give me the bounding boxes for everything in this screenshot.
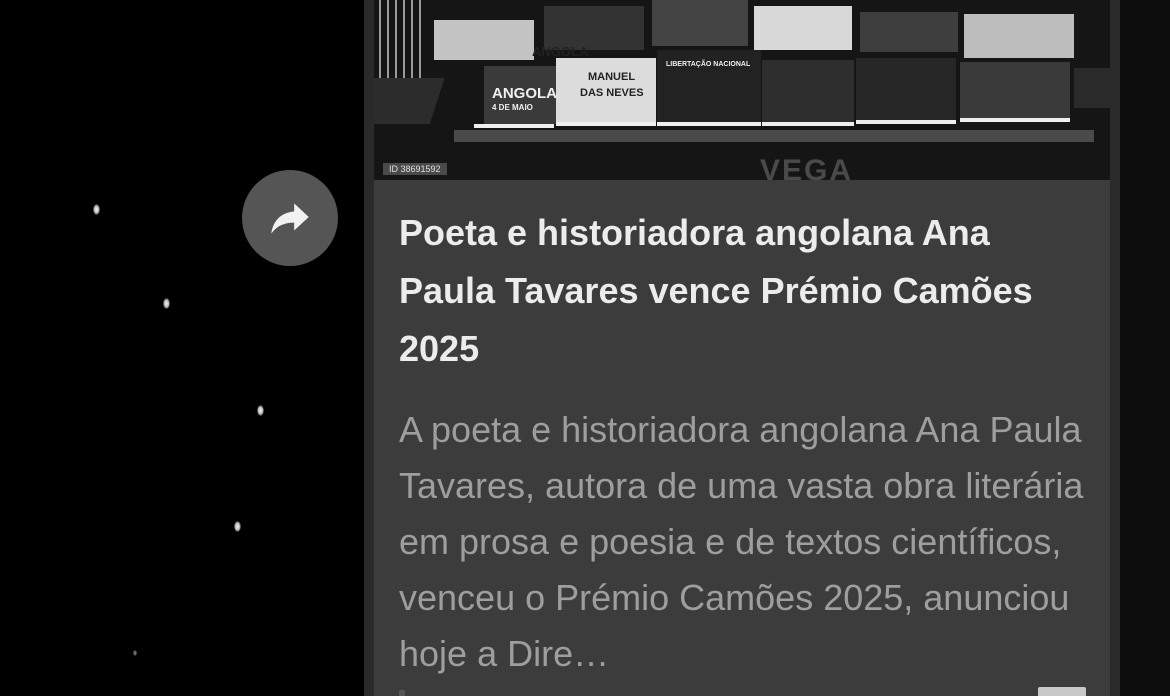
- image-id-label: ID 38691592: [383, 163, 447, 175]
- background-light-dot: [163, 298, 170, 309]
- svg-text:DAS NEVES: DAS NEVES: [580, 87, 644, 99]
- article-thumbnail[interactable]: ANGOLA MANUEL DAS NEVES LIBERTAÇÃO NACIO…: [374, 0, 1110, 180]
- background-light-dot: [133, 650, 137, 656]
- svg-text:MANUEL: MANUEL: [588, 71, 635, 83]
- screen-edge: [1120, 0, 1170, 696]
- svg-text:LIBERTAÇÃO NACIONAL: LIBERTAÇÃO NACIONAL: [666, 59, 751, 68]
- article-title[interactable]: Poeta e historiadora angolana Ana Paula …: [399, 204, 1089, 378]
- background-light-dot: [234, 521, 241, 532]
- bookstall-photo: ANGOLA MANUEL DAS NEVES LIBERTAÇÃO NACIO…: [374, 0, 1110, 180]
- svg-text:ANGOLA: ANGOLA: [532, 44, 589, 59]
- article-description: A poeta e historiadora angolana Ana Paul…: [399, 409, 1084, 674]
- svg-text:ANGOLA: ANGOLA: [492, 85, 557, 102]
- svg-text:4 DE MAIO: 4 DE MAIO: [492, 103, 533, 112]
- background-light-dot: [257, 405, 264, 416]
- link-preview-card[interactable]: ANGOLA MANUEL DAS NEVES LIBERTAÇÃO NACIO…: [374, 0, 1110, 696]
- share-button[interactable]: [242, 170, 338, 266]
- image-watermark: VEGA: [760, 154, 854, 180]
- source-favicon: [399, 690, 405, 696]
- preview-corner-thumbnail: [1038, 687, 1086, 696]
- chat-background: ANGOLA MANUEL DAS NEVES LIBERTAÇÃO NACIO…: [0, 0, 1170, 696]
- share-arrow-icon: [271, 203, 309, 234]
- background-light-dot: [93, 204, 100, 215]
